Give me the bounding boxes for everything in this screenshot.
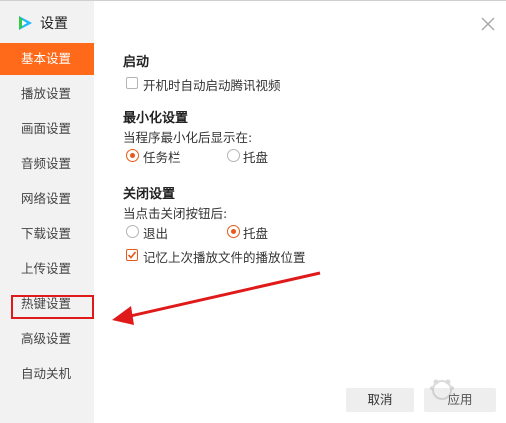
remember-position-checkbox[interactable] [126, 249, 138, 261]
close-exit-radio[interactable] [126, 225, 139, 238]
app-brand: 设置 [16, 13, 68, 33]
sidebar-item-advanced[interactable]: 高级设置 [0, 323, 94, 355]
autostart-checkbox[interactable] [126, 77, 138, 89]
close-prompt: 当点击关闭按钮后: [123, 206, 228, 221]
sidebar-item-basic[interactable]: 基本设置 [0, 43, 94, 75]
minimize-taskbar-radio[interactable] [126, 149, 139, 162]
sidebar-item-network[interactable]: 网络设置 [0, 183, 94, 215]
minimize-tray-radio[interactable] [227, 149, 240, 162]
window-title: 设置 [40, 16, 68, 32]
minimize-taskbar-label: 任务栏 [143, 150, 181, 165]
sidebar-item-picture[interactable]: 画面设置 [0, 113, 94, 145]
minimize-prompt: 当程序最小化后显示在: [123, 130, 253, 145]
close-tray-label: 托盘 [243, 226, 269, 241]
sidebar-item-upload[interactable]: 上传设置 [0, 253, 94, 285]
minimize-section-title: 最小化设置 [123, 111, 189, 126]
sidebar-item-playback[interactable]: 播放设置 [0, 78, 94, 110]
close-exit-label: 退出 [143, 226, 169, 241]
remember-position-label: 记忆上次播放文件的播放位置 [143, 250, 306, 265]
minimize-tray-label: 托盘 [243, 150, 269, 165]
sidebar: 设置 基本设置 播放设置 画面设置 音频设置 网络设置 下载设置 上传设置 热键… [0, 1, 94, 423]
tencent-video-logo-icon [19, 16, 32, 30]
hotkey-highlight-box [11, 295, 94, 319]
sidebar-item-download[interactable]: 下载设置 [0, 218, 94, 250]
autostart-label: 开机时自动启动腾讯视频 [143, 78, 281, 93]
sidebar-item-audio[interactable]: 音频设置 [0, 148, 94, 180]
close-section-title: 关闭设置 [123, 187, 176, 202]
close-tray-radio[interactable] [227, 225, 240, 238]
baidu-watermark-icon [430, 379, 454, 400]
startup-section-title: 启动 [123, 55, 150, 70]
checkmark-icon [127, 251, 137, 259]
close-icon[interactable] [480, 16, 496, 32]
sidebar-item-auto-shutdown[interactable]: 自动关机 [0, 358, 94, 390]
